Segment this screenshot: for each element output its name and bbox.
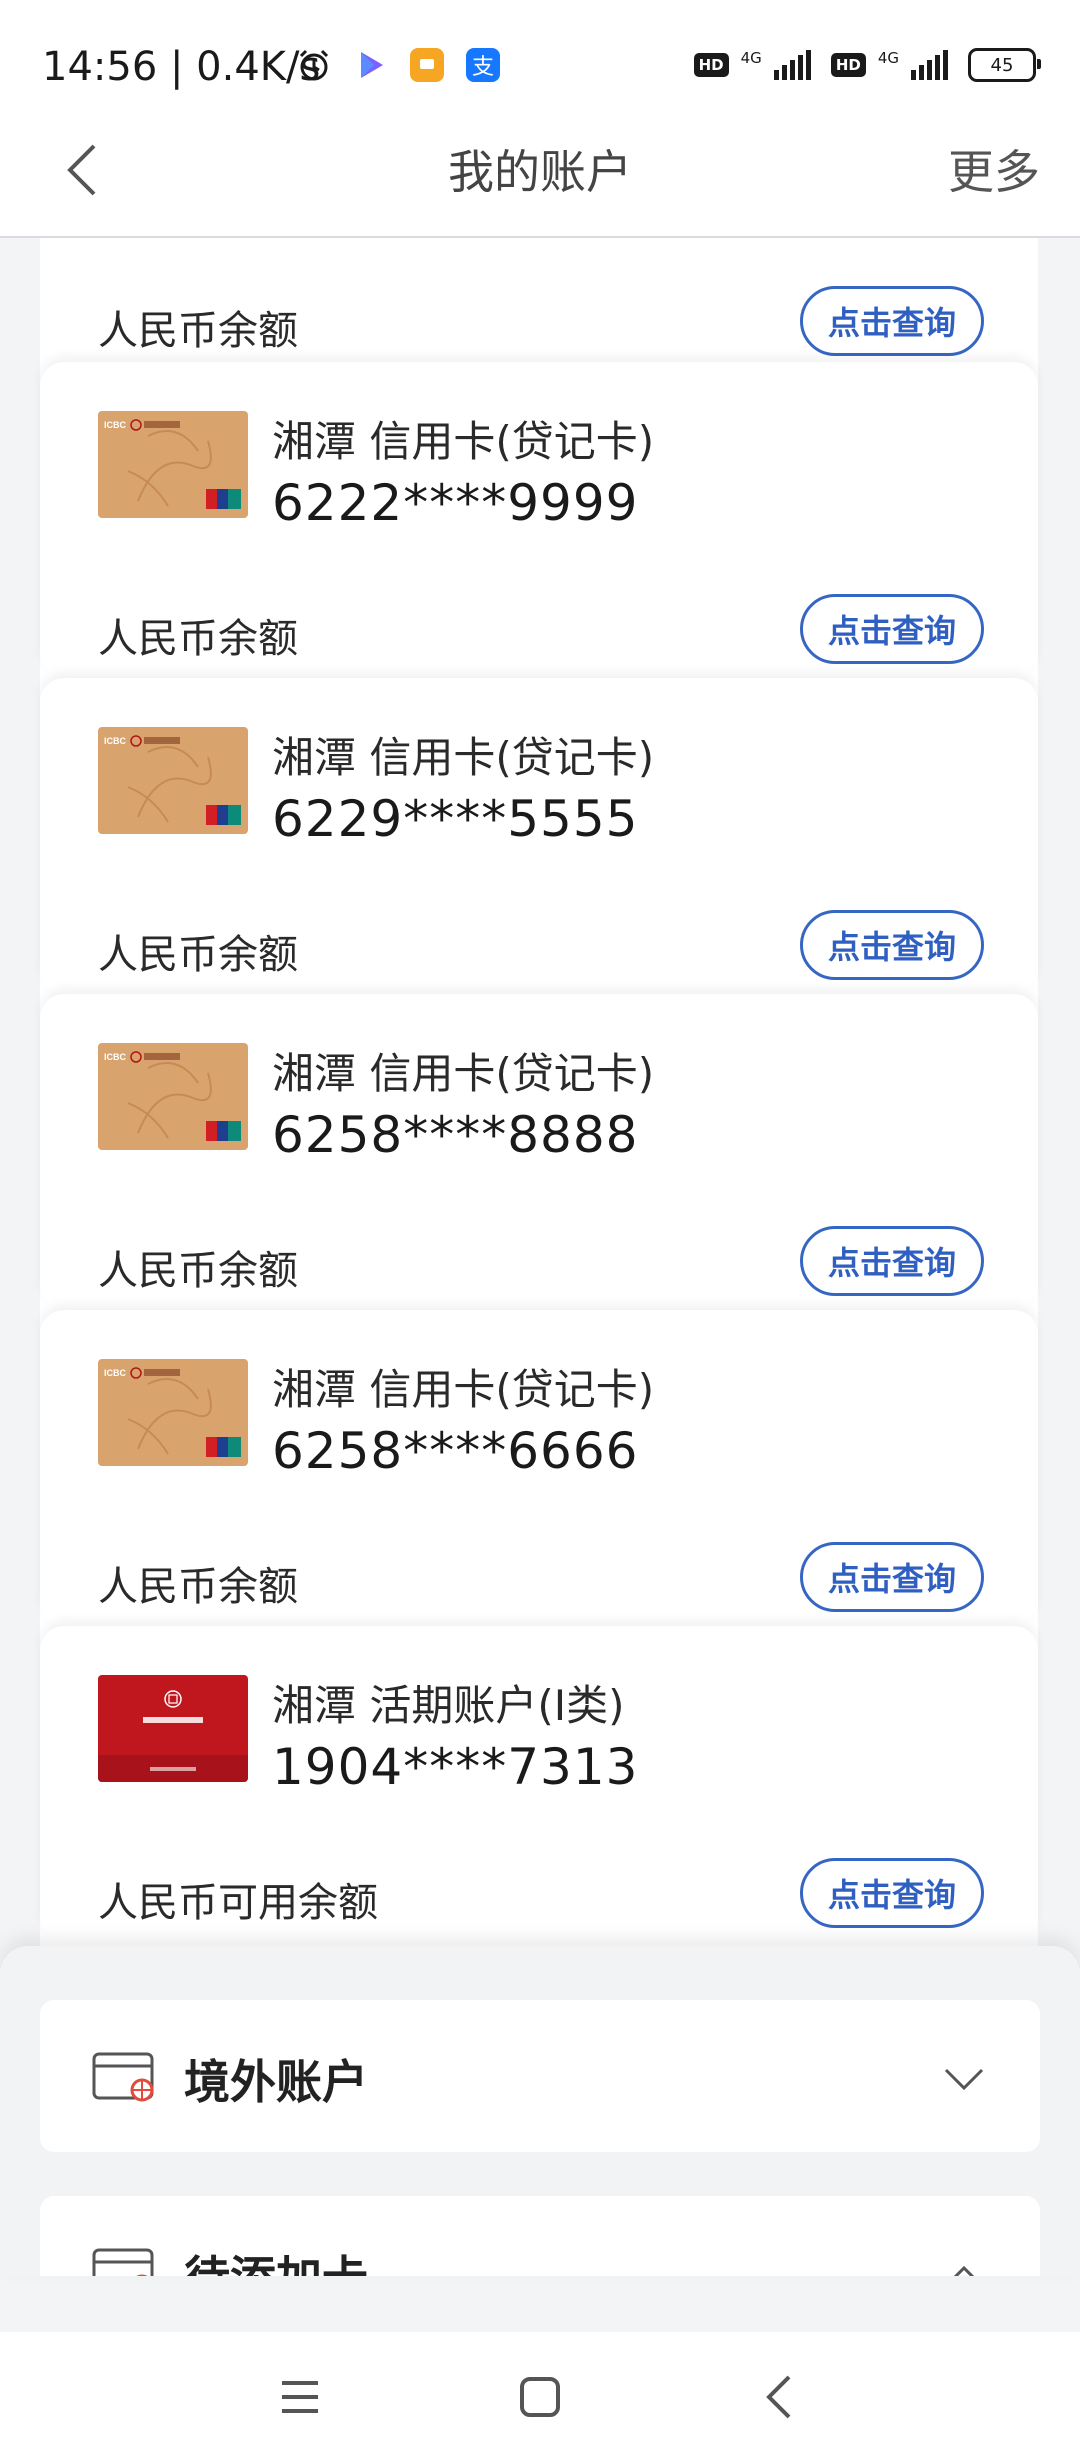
balance-label: 人民币余额 [98, 308, 298, 354]
account-number: 6222****9999 [272, 474, 639, 532]
query-balance-button[interactable]: 点击查询 [800, 1226, 984, 1296]
svg-text:ICBC: ICBC [104, 420, 126, 430]
hd-badge: HD [693, 53, 729, 77]
alarm-icon [299, 49, 329, 81]
network-type: 4G [740, 49, 762, 67]
back-triangle-icon [766, 2375, 791, 2419]
chevron-down-icon[interactable] [942, 2060, 986, 2100]
status-time: 14:56 | 0.4K/s [42, 44, 321, 90]
account-card[interactable]: ICBC 湘潭 信用卡(贷记卡) 6229****5555 人民币余额 点击查询 [40, 678, 1038, 994]
account-card[interactable]: ICBC 湘潭 信用卡(贷记卡) 6222****9999 人民币余额 点击查询 [40, 362, 1038, 678]
account-card[interactable]: ICBC 湘潭 信用卡(贷记卡) 6258****6666 人民币余额 点击查询 [40, 1310, 1038, 1626]
home-square-icon [520, 2377, 560, 2417]
status-app-icons: 支 [296, 47, 500, 83]
account-name: 湘潭 活期账户(I类) [272, 1681, 625, 1730]
svg-text:ICBC: ICBC [104, 1052, 126, 1062]
system-nav-bar [0, 2332, 1080, 2460]
balance-label: 人民币余额 [98, 616, 298, 662]
menu-icon [282, 2381, 318, 2413]
bottom-sheet: 境外账户 待添加卡 [0, 1946, 1080, 2276]
balance-label: 人民币余额 [98, 932, 298, 978]
title-bar: 我的账户 更多 [0, 110, 1080, 238]
alipay-icon: 支 [466, 48, 500, 82]
bank-card-image: ICBC [98, 727, 248, 834]
section-title: 境外账户 [184, 2055, 368, 2109]
svg-text:ICBC: ICBC [104, 736, 126, 746]
battery-icon: 45 [968, 48, 1041, 82]
bank-card-image [98, 1675, 248, 1782]
query-balance-button[interactable]: 点击查询 [800, 1542, 984, 1612]
balance-label: 人民币余额 [98, 1248, 298, 1294]
play-store-icon [361, 52, 383, 78]
account-number: 6258****6666 [272, 1422, 639, 1480]
signal-icon [911, 50, 948, 80]
account-name: 湘潭 信用卡(贷记卡) [272, 1365, 655, 1414]
overseas-account-section[interactable]: 境外账户 [40, 2000, 1040, 2152]
account-card[interactable]: ICBC 湘潭 信用卡(贷记卡) 6258****8888 人民币余额 点击查询 [40, 994, 1038, 1310]
query-balance-button[interactable]: 点击查询 [800, 910, 984, 980]
home-nav-button[interactable] [505, 2362, 575, 2432]
account-balance-row: 人民币余额 点击查询 [40, 238, 1038, 362]
bank-card-image: ICBC [98, 1359, 248, 1466]
account-number: 1904****7313 [272, 1738, 639, 1796]
bank-card-image: ICBC [98, 411, 248, 518]
balance-label: 人民币余额 [98, 1564, 298, 1610]
account-card[interactable]: 湘潭 活期账户(I类) 1904****7313 人民币可用余额 点击查询 [40, 1626, 1038, 1942]
chevron-up-icon[interactable] [942, 2256, 986, 2276]
query-balance-button[interactable]: 点击查询 [800, 594, 984, 664]
message-app-icon [410, 48, 444, 82]
account-list[interactable]: 人民币余额 点击查询 ICBC 湘潭 信用卡(贷记卡) 6222****9999… [0, 238, 1080, 1948]
signal-icon [773, 50, 811, 80]
account-name: 湘潭 信用卡(贷记卡) [272, 417, 655, 466]
query-balance-button[interactable]: 点击查询 [800, 286, 984, 356]
bank-card-image: ICBC [98, 1043, 248, 1150]
pending-card-section[interactable]: 待添加卡 [40, 2196, 1040, 2276]
svg-text:ICBC: ICBC [104, 1368, 126, 1378]
menu-nav-button[interactable] [265, 2362, 335, 2432]
back-nav-button[interactable] [744, 2362, 814, 2432]
hd-badge: HD [830, 53, 866, 77]
account-number: 6258****8888 [272, 1106, 639, 1164]
account-name: 湘潭 信用卡(贷记卡) [272, 1049, 655, 1098]
section-title: 待添加卡 [184, 2242, 368, 2276]
status-indicators: HD 4G HD 4G 45 [693, 48, 1041, 82]
overseas-account-icon [92, 2052, 154, 2102]
balance-label: 人民币可用余额 [98, 1880, 378, 1926]
network-type: 4G [877, 49, 899, 67]
account-name: 湘潭 信用卡(贷记卡) [272, 733, 655, 782]
more-button[interactable]: 更多 [948, 136, 1040, 202]
account-number: 6229****5555 [272, 790, 639, 848]
page-title: 我的账户 [448, 145, 632, 199]
add-card-icon [92, 2248, 154, 2276]
query-balance-button[interactable]: 点击查询 [800, 1858, 984, 1928]
